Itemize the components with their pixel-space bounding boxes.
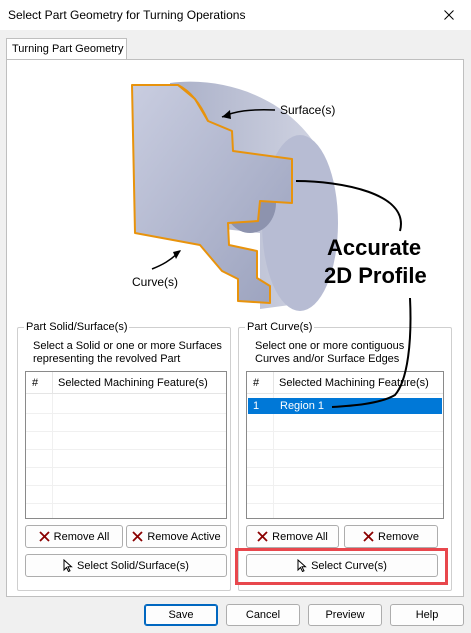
remove-x-icon: [257, 531, 268, 542]
preview-button[interactable]: Preview: [308, 604, 382, 626]
remove-x-icon: [363, 531, 374, 542]
window-title: Select Part Geometry for Turning Operati…: [8, 8, 246, 22]
remove-active-button[interactable]: Remove Active: [126, 525, 227, 548]
solid-description: Select a Solid or one or more Surfaces r…: [33, 340, 222, 365]
surface-label: Surface(s): [280, 103, 335, 117]
list-item[interactable]: 1 Region 1: [248, 398, 442, 414]
tab-turning-part-geometry[interactable]: Turning Part Geometry: [6, 38, 127, 60]
close-icon: [444, 10, 454, 20]
curves-description: Select one or more contiguous Curves and…: [255, 340, 405, 365]
curve-feature-list[interactable]: # Selected Machining Feature(s) 1 Region…: [246, 371, 444, 519]
solid-feature-list[interactable]: # Selected Machining Feature(s): [25, 371, 227, 519]
col-feature-header[interactable]: Selected Machining Feature(s): [279, 377, 429, 389]
col-index-header[interactable]: #: [32, 377, 38, 389]
save-button[interactable]: Save: [144, 604, 218, 626]
cursor-arrow-icon: [63, 559, 73, 572]
cancel-button[interactable]: Cancel: [226, 604, 300, 626]
list-header: # Selected Machining Feature(s): [26, 372, 226, 394]
col-index-header[interactable]: #: [253, 377, 259, 389]
curve-label: Curve(s): [132, 275, 178, 289]
remove-x-icon: [132, 531, 143, 542]
close-button[interactable]: [427, 0, 471, 30]
highlight-box: [235, 548, 448, 585]
part-illustration: Surface(s) Curve(s) Accurate 2D Profile: [116, 73, 427, 318]
col-feature-header[interactable]: Selected Machining Feature(s): [58, 377, 208, 389]
callout-text-line1: Accurate: [327, 235, 421, 260]
select-solid-surface-button[interactable]: Select Solid/Surface(s): [25, 554, 227, 577]
title-bar: Select Part Geometry for Turning Operati…: [0, 0, 471, 30]
remove-all-solid-button[interactable]: Remove All: [25, 525, 123, 548]
group-label-solid: Part Solid/Surface(s): [24, 321, 130, 333]
remove-all-curves-button[interactable]: Remove All: [246, 525, 339, 548]
remove-x-icon: [39, 531, 50, 542]
help-button[interactable]: Help: [390, 604, 464, 626]
callout-text-line2: 2D Profile: [324, 263, 427, 288]
list-header: # Selected Machining Feature(s): [247, 372, 443, 394]
group-label-curves: Part Curve(s): [245, 321, 315, 333]
tab-label: Turning Part Geometry: [12, 43, 124, 55]
remove-curve-button[interactable]: Remove: [344, 525, 438, 548]
